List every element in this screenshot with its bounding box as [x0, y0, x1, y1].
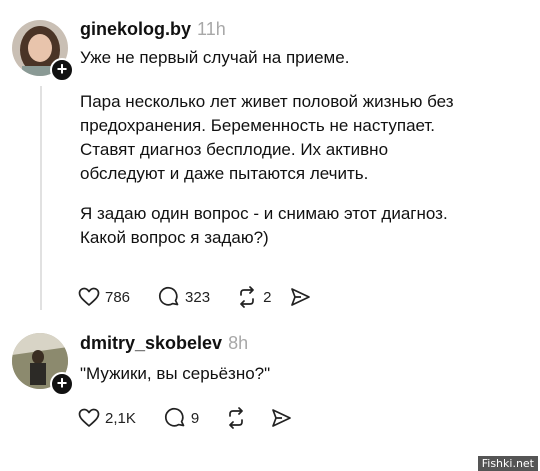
comment-bubble-icon: [159, 286, 179, 306]
thread-line: [40, 86, 42, 310]
comment-count: 323: [185, 288, 211, 306]
watermark: Fishki.net: [477, 456, 538, 471]
post-line-2: Пара несколько лет живет половой жизнью …: [80, 92, 454, 111]
reply-comment-button[interactable]: 9: [164, 407, 199, 429]
reply-follow-plus-icon[interactable]: +: [50, 372, 74, 396]
reply-like-button[interactable]: 2,1K: [78, 408, 136, 428]
reply-repost-button[interactable]: [225, 407, 252, 429]
like-button[interactable]: 786: [78, 287, 130, 307]
comment-button[interactable]: 323: [158, 286, 210, 308]
repost-button[interactable]: 2: [236, 286, 271, 308]
like-count: 786: [105, 288, 131, 306]
post-actions: 786 323 2: [78, 284, 334, 310]
reply-share-button[interactable]: [270, 407, 297, 429]
reply-body: "Мужики, вы серьёзно?": [80, 364, 271, 383]
reply-username[interactable]: dmitry_skobelev 8h: [80, 333, 248, 354]
username-text[interactable]: ginekolog.by: [80, 19, 191, 39]
post-line-6: Я задаю один вопрос - и снимаю этот диаг…: [80, 204, 448, 223]
post-line-4: Ставят диагноз бесплодие. Их активно: [80, 140, 389, 159]
post-line-3: предохранения. Беременность не наступает…: [80, 116, 436, 135]
reply-actions: 2,1K 9: [78, 405, 315, 431]
send-icon: [272, 409, 292, 427]
post-line-7: Какой вопрос я задаю?): [80, 228, 269, 247]
send-icon: [291, 288, 311, 306]
reply-like-count: 2,1K: [105, 409, 136, 427]
reply-time: 8h: [228, 333, 249, 353]
post-line-5: обследуют и даже пытаются лечить.: [80, 164, 369, 183]
heart-icon: [78, 287, 100, 306]
heart-icon: [78, 408, 100, 427]
comment-bubble-icon: [164, 407, 185, 427]
reply-comment-count: 9: [190, 409, 200, 427]
repost-count: 2: [263, 288, 272, 306]
post-time: 11h: [197, 19, 226, 39]
post-username[interactable]: ginekolog.by 11h: [80, 19, 226, 40]
repost-arrows-icon: [229, 407, 244, 429]
reply-username-text[interactable]: dmitry_skobelev: [80, 333, 222, 353]
post-line-1: Уже не первый случай на приеме.: [80, 48, 350, 67]
share-button[interactable]: [289, 286, 316, 308]
repost-arrows-icon: [240, 286, 254, 308]
follow-plus-icon[interactable]: +: [50, 58, 74, 82]
post-body: Уже не первый случай на приеме. Пара нес…: [80, 46, 530, 250]
